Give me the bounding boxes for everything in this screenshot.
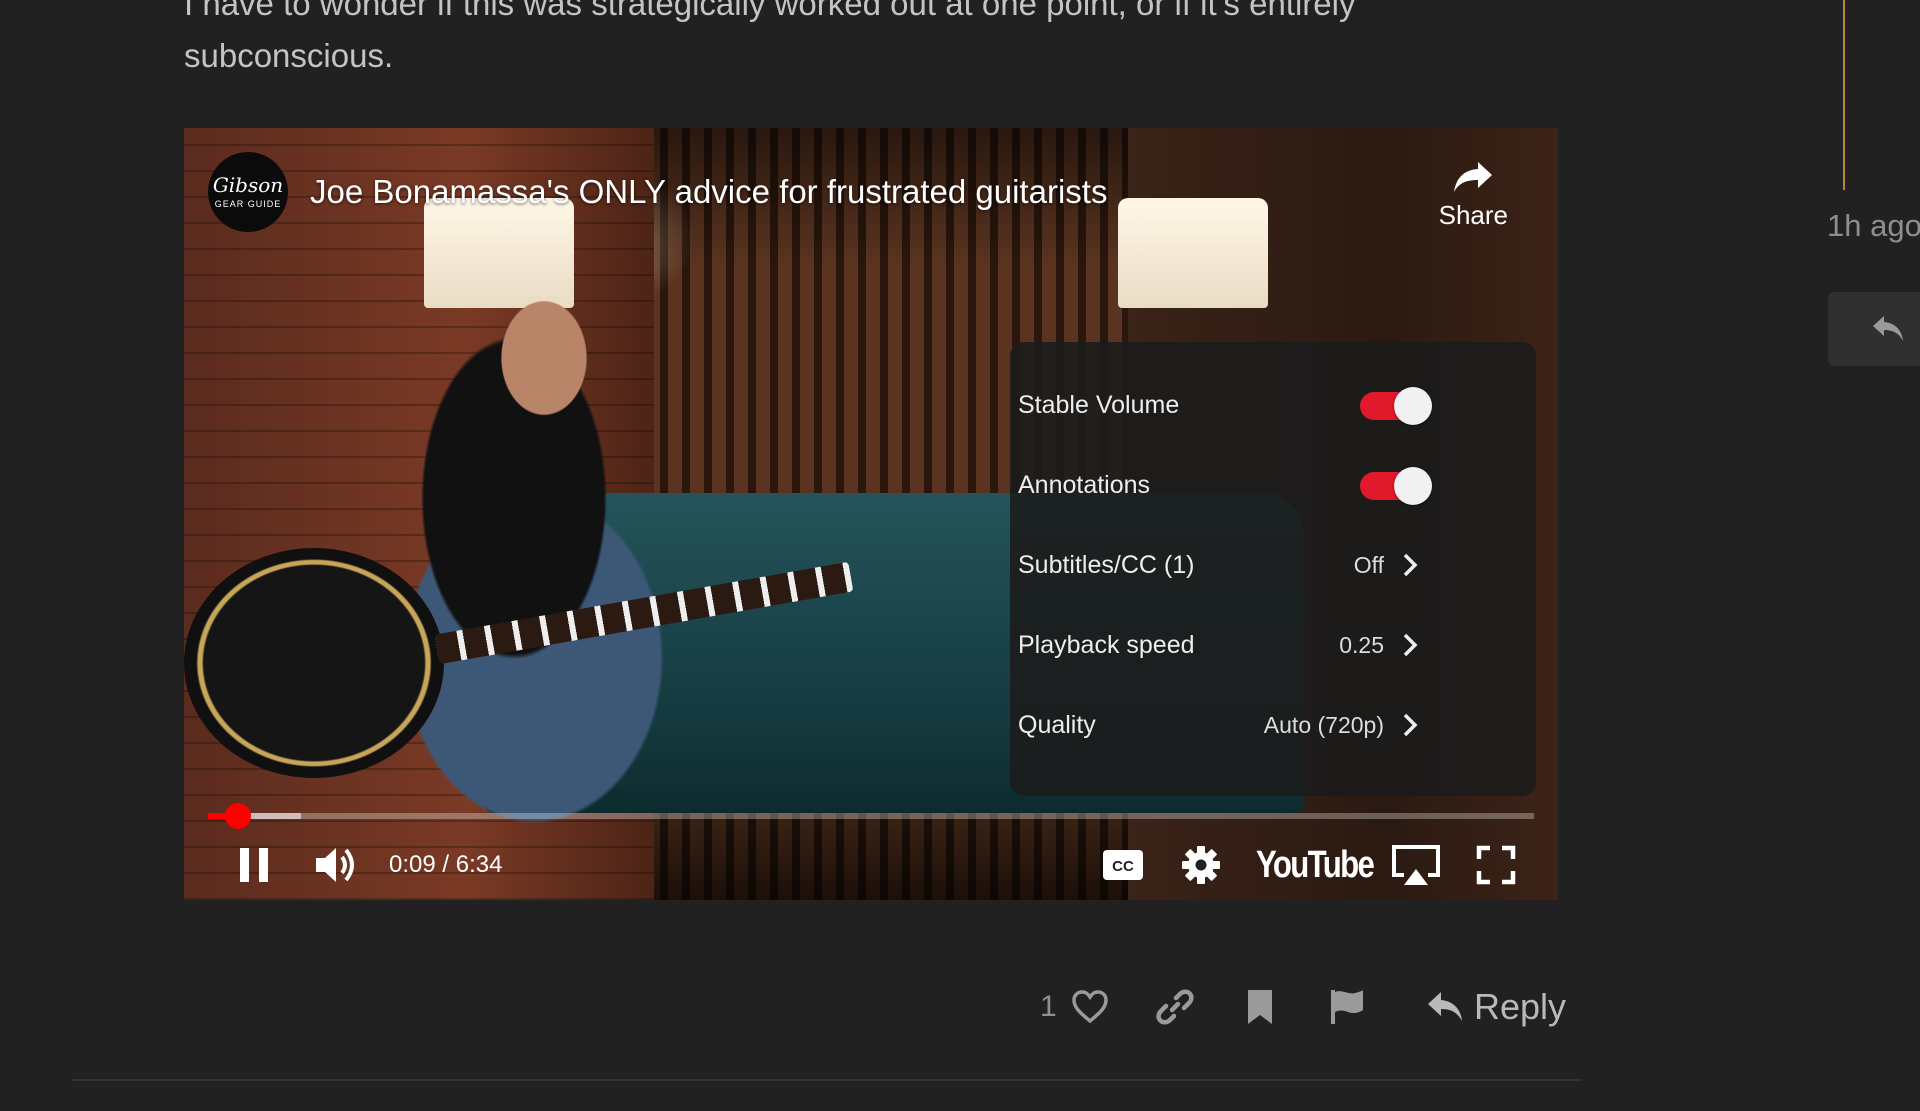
pause-button[interactable]	[238, 840, 270, 890]
settings-item-quality[interactable]: Quality Auto (720p)	[1010, 685, 1536, 765]
settings-item-playback-speed[interactable]: Playback speed 0.25	[1010, 605, 1536, 685]
time-display: 0:09 / 6:34	[389, 851, 503, 878]
pause-icon	[240, 848, 268, 882]
progress-bar[interactable]	[208, 803, 1534, 829]
video-header: Gibson GEAR GUIDE Joe Bonamassa's ONLY a…	[208, 152, 1107, 232]
settings-item-value: Auto (720p)	[1263, 711, 1384, 738]
settings-button[interactable]	[1181, 840, 1221, 890]
settings-item-value: Off	[1353, 551, 1384, 578]
timeline-scrollbar[interactable]	[1843, 0, 1845, 190]
stable-volume-toggle[interactable]	[1360, 387, 1432, 425]
settings-item-subtitles[interactable]: Subtitles/CC (1) Off	[1010, 525, 1536, 605]
reply-icon	[1873, 316, 1903, 341]
guitar-body	[184, 548, 444, 778]
copy-link-button[interactable]	[1155, 980, 1195, 1034]
settings-item-value: 0.25	[1339, 631, 1384, 658]
channel-logo[interactable]: Gibson GEAR GUIDE	[208, 152, 288, 232]
channel-logo-subtitle: GEAR GUIDE	[214, 199, 282, 209]
reply-icon	[1428, 992, 1462, 1021]
flag-icon	[1331, 990, 1363, 1024]
post-body-text: I have to wonder if this was strategical…	[184, 0, 1356, 74]
settings-item-annotations[interactable]: Annotations	[1010, 445, 1536, 525]
volume-icon	[316, 848, 354, 882]
player-controls: 0:09 / 6:34 CC YouTube	[184, 840, 1558, 900]
post-divider	[72, 1079, 1582, 1081]
cc-button[interactable]: CC	[1102, 840, 1144, 890]
share-label: Share	[1438, 200, 1508, 230]
toggle-knob	[1394, 467, 1432, 505]
svg-text:CC: CC	[1112, 858, 1134, 875]
cc-icon: CC	[1103, 850, 1143, 880]
like-button[interactable]: 1	[1040, 980, 1109, 1034]
timeline-reply-button[interactable]	[1828, 292, 1920, 366]
timeline-date[interactable]: 1h ago	[1827, 208, 1920, 244]
airplay-button[interactable]	[1390, 840, 1442, 890]
fullscreen-icon	[1476, 845, 1516, 885]
bookmark-button[interactable]	[1245, 980, 1275, 1034]
settings-item-label: Annotations	[1018, 470, 1151, 499]
chevron-right-icon	[1403, 553, 1418, 577]
settings-item-label: Playback speed	[1018, 630, 1195, 659]
reply-label: Reply	[1474, 986, 1567, 1027]
gear-icon	[1182, 846, 1220, 884]
settings-item-label: Quality	[1018, 710, 1096, 739]
settings-item-label: Subtitles/CC (1)	[1018, 550, 1195, 579]
chevron-right-icon	[1403, 713, 1418, 737]
lamp-shade	[1118, 198, 1268, 308]
like-count: 1	[1040, 990, 1057, 1023]
flag-button[interactable]	[1328, 980, 1366, 1034]
share-button[interactable]: Share	[1439, 160, 1508, 231]
bookmark-icon	[1248, 990, 1272, 1024]
share-icon	[1454, 162, 1493, 192]
channel-logo-brand: Gibson	[212, 173, 284, 197]
toggle-knob	[1394, 387, 1432, 425]
fullscreen-button[interactable]	[1476, 840, 1516, 890]
airplay-icon	[1392, 845, 1440, 885]
video-title[interactable]: Joe Bonamassa's ONLY advice for frustrat…	[310, 173, 1107, 211]
settings-menu: Stable Volume Annotations Subtitles/CC (…	[1010, 342, 1536, 796]
heart-icon	[1071, 990, 1108, 1024]
settings-item-label: Stable Volume	[1018, 390, 1180, 419]
mute-button[interactable]	[314, 840, 360, 890]
settings-item-stable-volume[interactable]: Stable Volume	[1010, 365, 1536, 445]
youtube-logo[interactable]: YouTube	[1256, 840, 1375, 890]
chevron-right-icon	[1403, 633, 1418, 657]
link-icon	[1156, 989, 1194, 1025]
reply-button[interactable]: Reply	[1426, 980, 1566, 1034]
video-player[interactable]: Gibson GEAR GUIDE Joe Bonamassa's ONLY a…	[184, 128, 1558, 900]
annotations-toggle[interactable]	[1360, 467, 1432, 505]
